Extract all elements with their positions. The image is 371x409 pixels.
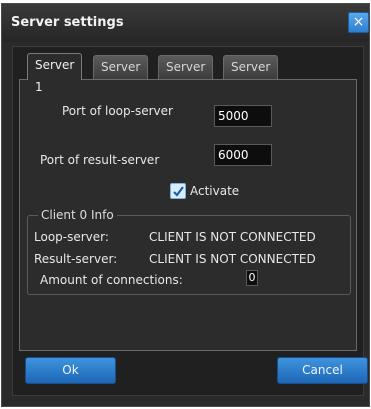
activate-checkbox[interactable] — [170, 183, 186, 199]
loop-server-label: Loop-server: — [34, 230, 109, 244]
close-icon: × — [352, 14, 365, 30]
client-info-group: Client 0 Info Loop-server: CLIENT IS NOT… — [27, 208, 351, 295]
window-title: Server settings — [11, 15, 124, 30]
result-server-label: Result-server: — [34, 252, 118, 266]
title-bar[interactable]: Server settings × — [2, 4, 369, 42]
cancel-button[interactable]: Cancel — [277, 357, 368, 384]
ok-button[interactable]: Ok — [25, 357, 116, 384]
activate-label: Activate — [190, 184, 240, 198]
connections-value: 0 — [246, 270, 258, 286]
connections-label: Amount of connections: — [40, 273, 183, 287]
result-port-input[interactable]: 6000 — [214, 144, 272, 166]
tab-server-3[interactable]: Server 3 — [158, 55, 214, 96]
result-server-status: CLIENT IS NOT CONNECTED — [149, 252, 316, 266]
server-settings-dialog: Server settings × Server 1 Server 2 Serv… — [1, 3, 370, 407]
tab-server-2[interactable]: Server 2 — [93, 55, 149, 96]
loop-port-input[interactable]: 5000 — [214, 105, 272, 127]
tab-server-1[interactable]: Server 1 — [27, 53, 83, 94]
result-port-label: Port of result-server — [40, 153, 160, 167]
dialog-content: Server 1 Server 2 Server 3 Server 4 Port… — [12, 46, 368, 396]
tab-server-4[interactable]: Server 4 — [223, 55, 279, 96]
client-info-title: Client 0 Info — [38, 208, 117, 222]
checkmark-icon — [173, 186, 184, 197]
server-1-panel: Port of loop-server 5000 Port of result-… — [19, 79, 357, 351]
loop-port-label: Port of loop-server — [62, 104, 173, 118]
loop-server-status: CLIENT IS NOT CONNECTED — [149, 230, 316, 244]
close-button[interactable]: × — [348, 12, 369, 33]
